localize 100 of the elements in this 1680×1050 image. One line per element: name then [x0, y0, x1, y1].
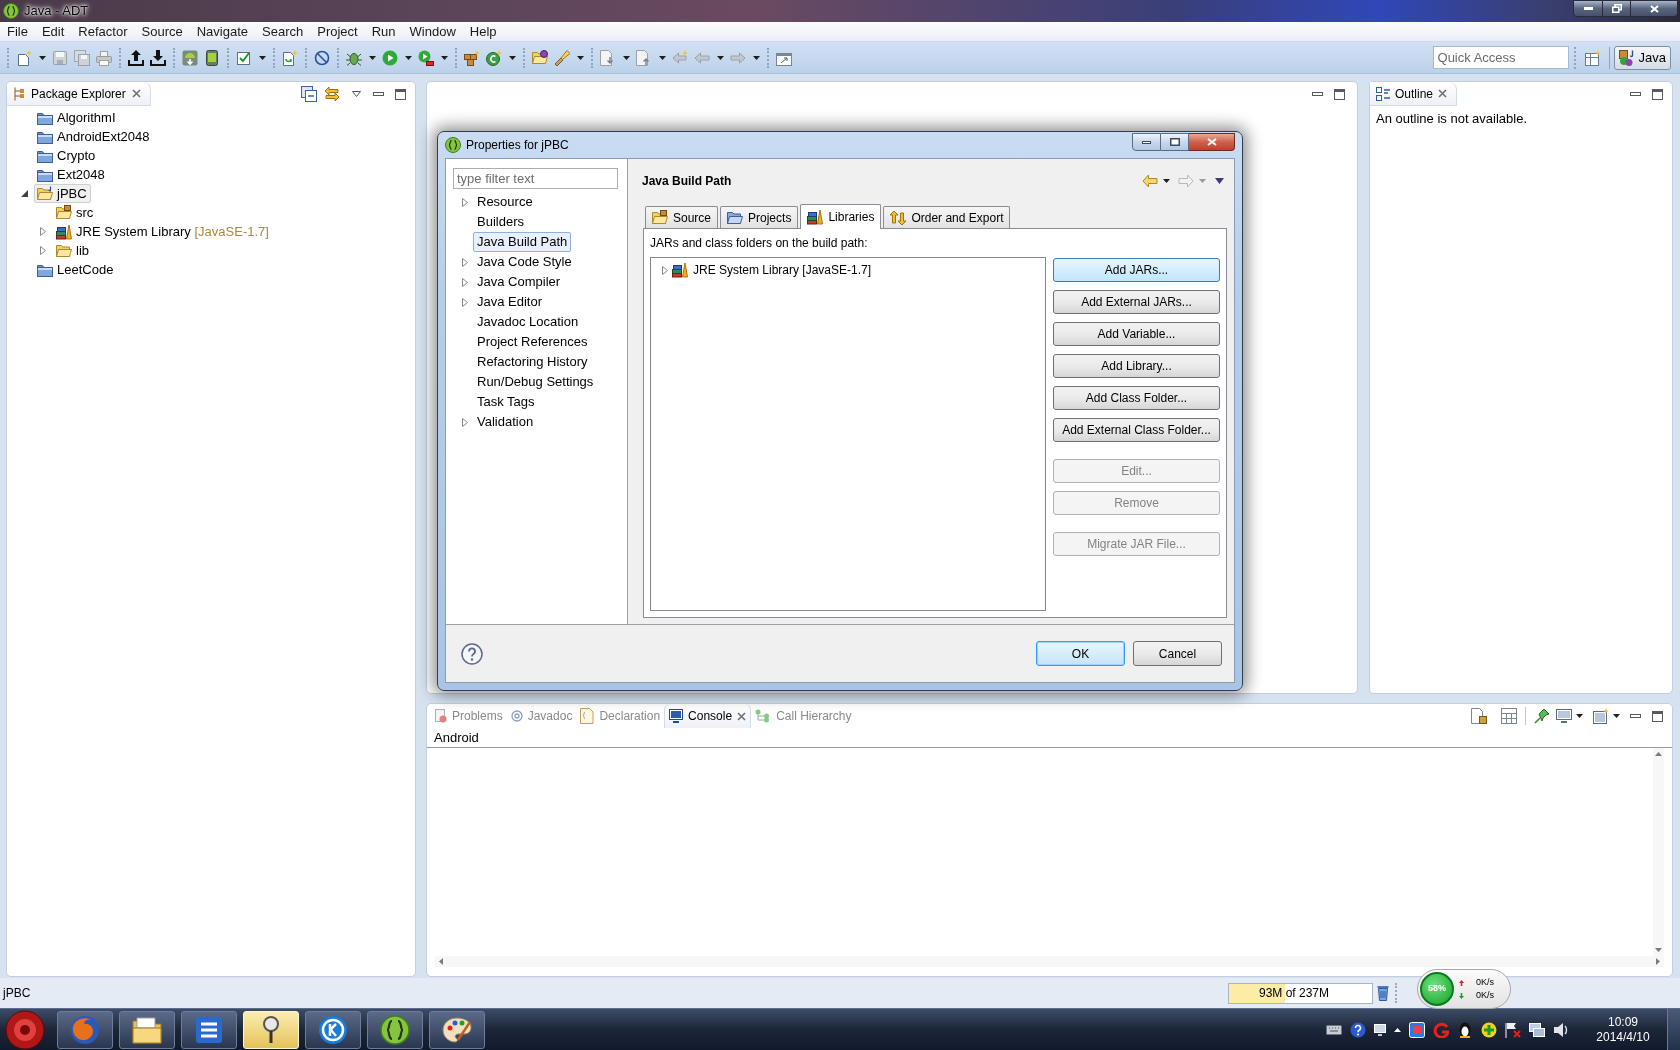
new-file-icon[interactable]: [16, 49, 32, 66]
close-icon[interactable]: [737, 711, 747, 721]
document-up-arrow-icon[interactable]: [636, 49, 652, 66]
view-tab[interactable]: Package Explorer: [7, 82, 151, 106]
settings-nav-item[interactable]: Refactoring History: [473, 352, 592, 372]
dropdown-caret-icon[interactable]: [38, 55, 46, 60]
horizontal-scrollbar[interactable]: [435, 956, 1664, 967]
menu-item[interactable]: File: [0, 22, 35, 41]
start-orb-icon[interactable]: [5, 1009, 45, 1050]
network-icon[interactable]: [1529, 1021, 1545, 1038]
scroll-up-arrow-icon[interactable]: [1655, 752, 1662, 756]
menu-item[interactable]: Search: [255, 22, 311, 41]
minimize-button[interactable]: [1573, 0, 1603, 17]
restore-button[interactable]: [1603, 0, 1631, 17]
tree-item[interactable]: AndroidExt2048: [34, 127, 154, 146]
dropdown-caret-icon[interactable]: [1163, 179, 1170, 183]
minimize-icon[interactable]: [1630, 92, 1641, 96]
scroll-left-arrow-icon[interactable]: [439, 958, 443, 965]
new-console-icon[interactable]: [1593, 708, 1609, 724]
dropdown-caret-icon[interactable]: [404, 55, 412, 60]
dropdown-caret-icon[interactable]: [716, 55, 724, 60]
maximize-icon[interactable]: [1652, 710, 1663, 722]
swirl-app-icon[interactable]: [1433, 1021, 1449, 1038]
speaker-icon[interactable]: [1553, 1021, 1569, 1038]
document-grid-icon[interactable]: [1501, 708, 1517, 724]
view-tab[interactable]: Call Hierarchy: [751, 704, 856, 728]
menu-item[interactable]: Run: [364, 22, 403, 41]
display-icon[interactable]: [1374, 1023, 1386, 1036]
tree-item[interactable]: Crypto: [34, 146, 100, 165]
scroll-right-arrow-icon[interactable]: [1656, 958, 1660, 965]
run-icon[interactable]: [382, 49, 398, 66]
collapsed-arrow-icon[interactable]: [40, 227, 46, 236]
collapsed-arrow-icon[interactable]: [462, 297, 468, 307]
taskbar-button[interactable]: [305, 1010, 361, 1049]
settings-nav-item[interactable]: Javadoc Location: [473, 312, 583, 332]
penguin-icon[interactable]: [1457, 1021, 1473, 1038]
slash-circle-icon[interactable]: [314, 49, 330, 66]
dropdown-caret-icon[interactable]: [258, 55, 266, 60]
trash-icon[interactable]: [1377, 985, 1389, 1001]
taskbar-button[interactable]: [367, 1010, 423, 1049]
dropdown-caret-icon[interactable]: [752, 55, 760, 60]
build-path-entry[interactable]: JRE System Library [JavaSE-1.7]: [672, 261, 872, 279]
settings-nav-item[interactable]: Java Code Style: [473, 252, 576, 272]
view-tab[interactable]: Console: [664, 704, 752, 728]
back-arrow-icon[interactable]: [1142, 173, 1158, 189]
tree-item[interactable]: LeetCode: [34, 260, 118, 279]
settings-nav-item[interactable]: Project References: [473, 332, 592, 352]
tree-item[interactable]: Ext2048: [34, 165, 109, 184]
settings-nav-item[interactable]: Java Editor: [473, 292, 547, 312]
pin-icon[interactable]: [1534, 708, 1550, 724]
minimize-button[interactable]: [1132, 133, 1161, 151]
dialog-button[interactable]: OK: [1036, 641, 1125, 666]
menu-item[interactable]: Source: [134, 22, 190, 41]
dialog-button[interactable]: Add External Class Folder...: [1053, 418, 1220, 442]
show-desktop-button[interactable]: [1667, 1009, 1680, 1050]
taskbar-button[interactable]: [429, 1010, 485, 1049]
scroll-down-arrow-icon[interactable]: [1655, 948, 1662, 952]
view-menu-icon[interactable]: [352, 91, 361, 97]
dialog-button[interactable]: Cancel: [1133, 641, 1222, 666]
collapsed-arrow-icon[interactable]: [462, 417, 468, 427]
filter-field[interactable]: type filter text: [453, 168, 618, 189]
new-package-icon[interactable]: [464, 49, 480, 66]
collapsed-arrow-icon[interactable]: [462, 257, 468, 267]
expanded-arrow-icon[interactable]: [20, 190, 28, 197]
taskbar-button[interactable]: [119, 1010, 175, 1049]
menu-item[interactable]: Edit: [34, 22, 72, 41]
perspective-button[interactable]: Java: [1613, 45, 1671, 70]
torch-icon[interactable]: [554, 49, 570, 66]
settings-nav-item[interactable]: Resource: [473, 192, 537, 212]
maximize-icon[interactable]: [395, 88, 406, 100]
document-lock-icon[interactable]: [1471, 708, 1487, 724]
collapse-all-icon[interactable]: [301, 86, 317, 102]
document-down-arrow-icon[interactable]: [600, 49, 616, 66]
collapsed-arrow-icon[interactable]: [662, 265, 668, 275]
dialog-tab[interactable]: Projects: [720, 206, 799, 228]
settings-nav-item[interactable]: Java Compiler: [473, 272, 565, 292]
flag-x-icon[interactable]: [1505, 1021, 1521, 1038]
checkbox-icon[interactable]: [236, 49, 252, 66]
collapsed-arrow-icon[interactable]: [40, 246, 46, 255]
tree-item[interactable]: src: [53, 203, 98, 222]
new-document-icon[interactable]: [282, 49, 298, 66]
dropdown-caret-icon[interactable]: [368, 55, 376, 60]
view-tab[interactable]: Problems: [431, 704, 507, 728]
dropdown-caret-icon[interactable]: [658, 55, 666, 60]
settings-nav-item[interactable]: Validation: [473, 412, 538, 432]
collapsed-arrow-icon[interactable]: [462, 197, 468, 207]
settings-nav-item[interactable]: Task Tags: [473, 392, 539, 412]
maximize-button[interactable]: [1161, 133, 1189, 151]
dropdown-caret-icon[interactable]: [622, 55, 630, 60]
view-tab[interactable]: Outline: [1370, 82, 1458, 106]
monitor-icon[interactable]: [1556, 708, 1572, 724]
minimize-icon[interactable]: [1630, 714, 1641, 718]
dialog-button[interactable]: Add JARs...: [1053, 258, 1220, 282]
plus-circle-icon[interactable]: [1481, 1021, 1497, 1038]
new-class-icon[interactable]: [486, 49, 502, 66]
run-toolbox-icon[interactable]: [418, 49, 434, 66]
open-folder-icon[interactable]: [532, 49, 548, 66]
dropdown-caret-icon[interactable]: [576, 55, 584, 60]
close-button[interactable]: [1189, 133, 1235, 151]
dropdown-caret-icon[interactable]: [440, 55, 448, 60]
